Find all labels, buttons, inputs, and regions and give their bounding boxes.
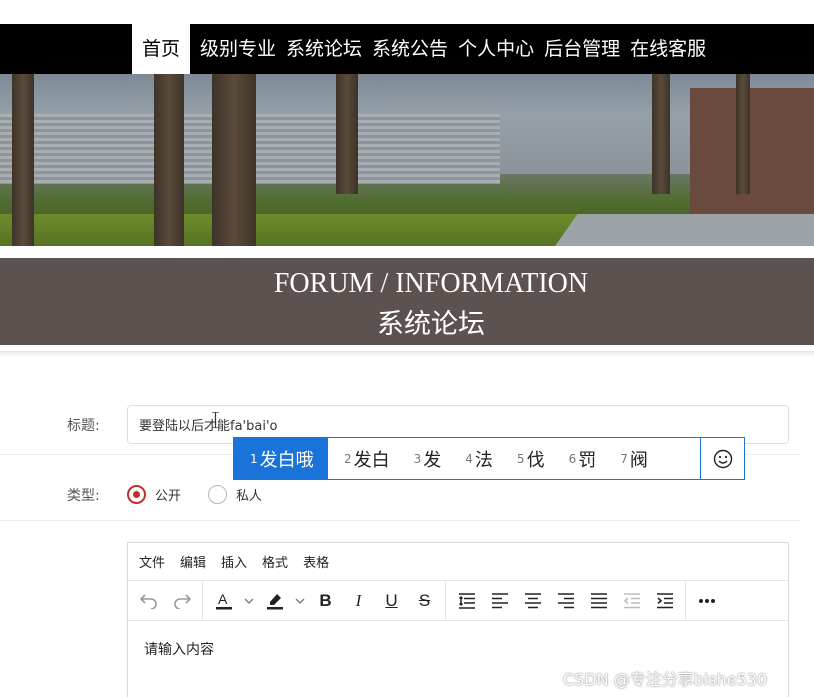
font-color-letter: A <box>218 591 228 607</box>
top-nav: 首页 级别专业 系统论坛 系统公告 个人中心 后台管理 在线客服 <box>0 24 814 74</box>
ime-candidate-number: 1 <box>250 451 258 466</box>
ime-candidate[interactable]: 6罚 <box>553 438 605 479</box>
justify-icon[interactable] <box>582 585 615 617</box>
banner-tree <box>212 74 256 246</box>
radio-private-circle <box>208 484 227 504</box>
ime-candidate[interactable]: 5伐 <box>501 438 553 479</box>
nav-item-profile[interactable]: 个人中心 <box>458 24 544 74</box>
toolbar-group-more <box>686 581 727 621</box>
nav-item-support[interactable]: 在线客服 <box>630 24 716 74</box>
ime-candidate[interactable]: 2 发白 <box>328 438 398 479</box>
editor-toolbar: A B I U S <box>128 580 788 621</box>
ime-candidate[interactable]: 3发 <box>398 438 450 479</box>
text-cursor-icon <box>212 412 219 428</box>
ime-candidate-text: 阀 <box>629 449 648 471</box>
banner-path <box>542 214 814 246</box>
ime-candidate-text: 发 <box>423 449 442 471</box>
section-title-cn: 系统论坛 <box>377 309 485 340</box>
menu-insert[interactable]: 插入 <box>221 552 247 571</box>
banner-tree <box>652 74 670 194</box>
toolbar-group-history <box>128 580 203 621</box>
section-title-en: FORUM / INFORMATION <box>273 268 589 299</box>
radio-private-label: 私人 <box>236 488 263 504</box>
title-label: 标题: <box>67 418 100 434</box>
ime-candidate-text: 伐 <box>526 449 545 471</box>
editor-content[interactable]: 请输入内容 <box>144 639 214 659</box>
menu-file[interactable]: 文件 <box>139 552 165 571</box>
ime-candidate-number: 5 <box>516 451 525 466</box>
radio-public-circle <box>127 484 146 504</box>
menu-table[interactable]: 表格 <box>303 552 329 571</box>
redo-icon[interactable] <box>165 585 198 617</box>
ime-candidate-number: 3 <box>413 451 422 466</box>
outdent-icon[interactable] <box>615 585 648 617</box>
nav-item-admin[interactable]: 后台管理 <box>544 24 630 74</box>
ime-candidate-bar: 1 发白哦 2 发白 3发 4法 5伐 6罚 7阀 <box>233 437 745 480</box>
ime-candidate[interactable]: 4法 <box>449 438 501 479</box>
divider <box>0 520 800 521</box>
nav-item-forum[interactable]: 系统论坛 <box>286 24 372 74</box>
italic-icon[interactable]: I <box>342 585 375 617</box>
header-shadow <box>0 351 814 356</box>
ime-candidate[interactable]: 1 发白哦 <box>234 438 328 479</box>
editor-menubar: 文件 编辑 插入 格式 表格 <box>128 543 788 581</box>
ime-candidate-text: 发白 <box>353 449 390 471</box>
strike-letter: S <box>418 590 431 610</box>
bold-icon[interactable]: B <box>309 585 342 617</box>
chevron-down-icon[interactable] <box>240 585 258 617</box>
ime-candidate-text: 罚 <box>578 449 597 471</box>
chevron-down-icon[interactable] <box>291 585 309 617</box>
highlight-icon[interactable] <box>258 585 291 617</box>
menu-format[interactable]: 格式 <box>262 552 288 571</box>
menu-edit[interactable]: 编辑 <box>180 552 206 571</box>
nav-item-home[interactable]: 首页 <box>132 24 191 74</box>
ime-candidate-text: 法 <box>474 449 493 471</box>
radio-public[interactable]: 公开 <box>127 484 181 504</box>
align-center-icon[interactable] <box>516 585 549 617</box>
banner-tree <box>154 74 184 246</box>
banner-tree <box>336 74 358 194</box>
hero-banner <box>0 74 814 246</box>
strikethrough-icon[interactable]: S <box>408 585 441 617</box>
underline-icon[interactable]: U <box>375 585 408 617</box>
type-label: 类型: <box>67 488 100 504</box>
banner-tree <box>12 74 34 246</box>
nav-item-levels[interactable]: 级别专业 <box>190 24 286 74</box>
font-color-icon[interactable]: A <box>207 585 240 617</box>
radio-public-label: 公开 <box>155 488 182 504</box>
underline-letter: U <box>385 590 398 610</box>
radio-private[interactable]: 私人 <box>208 484 262 504</box>
ime-candidate-number: 2 <box>344 451 352 466</box>
ime-candidate-text: 发白哦 <box>259 449 314 471</box>
watermark: CSDN @专注分享bishe530 <box>563 670 768 689</box>
ime-candidate-number: 4 <box>465 451 473 466</box>
nav-items: 首页 级别专业 系统论坛 系统公告 个人中心 后台管理 在线客服 <box>132 24 716 74</box>
ime-candidate[interactable]: 7阀 <box>604 438 656 479</box>
ime-candidate-number: 6 <box>568 451 577 466</box>
more-icon[interactable] <box>690 585 723 617</box>
toolbar-group-text: A B I U S <box>203 580 446 621</box>
undo-icon[interactable] <box>132 585 165 617</box>
indent-icon[interactable] <box>648 585 681 617</box>
align-right-icon[interactable] <box>549 585 582 617</box>
nav-item-announcements[interactable]: 系统公告 <box>372 24 458 74</box>
line-height-icon[interactable] <box>450 585 483 617</box>
toolbar-group-paragraph <box>446 580 686 621</box>
section-header: FORUM / INFORMATION 系统论坛 <box>0 258 814 345</box>
ime-candidate-number: 7 <box>620 451 628 466</box>
banner-tree <box>736 74 750 194</box>
smiley-icon[interactable] <box>700 438 744 479</box>
align-left-icon[interactable] <box>483 585 516 617</box>
bold-letter: B <box>319 590 332 610</box>
italic-letter: I <box>355 590 362 610</box>
